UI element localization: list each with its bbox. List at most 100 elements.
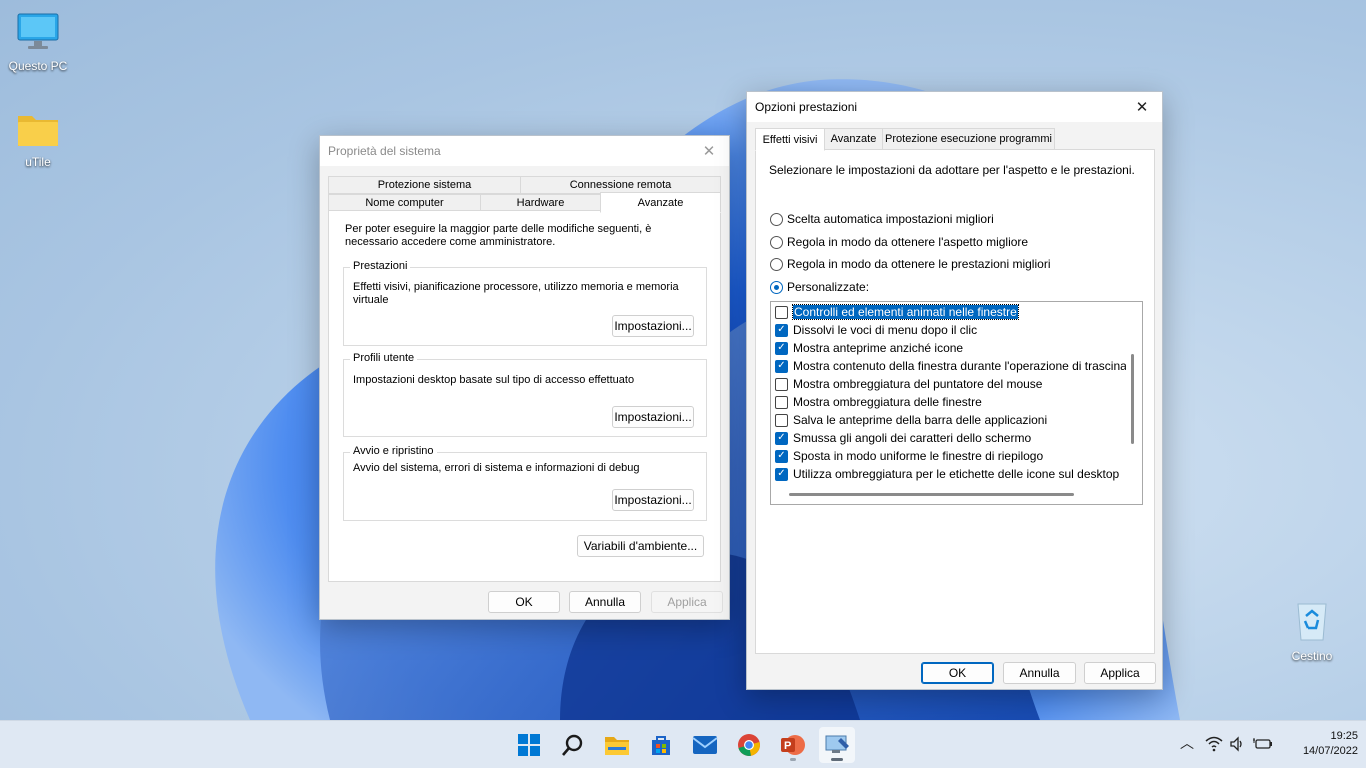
checkbox[interactable] [775, 305, 788, 319]
checkbox[interactable] [775, 395, 788, 409]
titlebar[interactable]: Opzioni prestazioni ✕ [747, 92, 1162, 122]
advanced-tab-panel: Per poter eseguire la maggior parte dell… [328, 210, 721, 582]
tab-visual-effects[interactable]: Effetti visivi [755, 128, 825, 151]
radio-best-appearance[interactable]: Regola in modo da ottenere l'aspetto mig… [770, 235, 1028, 249]
list-item[interactable]: Controlli ed elementi animati nelle fine… [775, 303, 1019, 321]
battery-icon[interactable] [1253, 737, 1273, 751]
list-item[interactable]: ✓ Mostra contenuto della finestra durante… [775, 357, 1127, 375]
desktop-icon-label: Cestino [1291, 649, 1333, 663]
environment-variables-button[interactable]: Variabili d'ambiente... [577, 535, 704, 557]
checkbox-checked[interactable]: ✓ [775, 467, 788, 481]
close-icon[interactable]: ✕ [1122, 92, 1162, 122]
list-item[interactable]: Mostra ombreggiatura del puntatore del m… [775, 375, 1042, 393]
radio-button[interactable] [770, 235, 783, 249]
checkbox-checked[interactable]: ✓ [775, 431, 788, 445]
chrome-icon [738, 734, 760, 756]
search-icon [562, 734, 583, 756]
recycle-bin-icon [1297, 603, 1327, 641]
apply-button[interactable]: Applica [1084, 662, 1156, 684]
tab-strip: Protezione sistema Connessione remota No… [328, 176, 721, 213]
mail-button[interactable] [687, 727, 723, 763]
desktop-icon-label: Questo PC [8, 59, 68, 73]
ok-button[interactable]: OK [921, 662, 994, 684]
radio-custom[interactable]: Personalizzate: [770, 280, 869, 294]
desktop-icon-label: uTile [25, 155, 51, 169]
tab-data-execution-prevention[interactable]: Protezione esecuzione programmi [882, 128, 1055, 150]
clock-date: 14/07/2022 [1302, 745, 1358, 757]
performance-options-window: Opzioni prestazioni ✕ Effetti visivi Ava… [746, 91, 1163, 690]
folder-icon [18, 116, 58, 146]
microsoft-store-button[interactable] [643, 727, 679, 763]
wifi-icon[interactable] [1205, 736, 1223, 752]
tab-advanced[interactable]: Avanzate [600, 192, 721, 213]
window-title: Proprietà del sistema [328, 144, 441, 158]
radio-best-performance[interactable]: Regola in modo da ottenere le prestazion… [770, 257, 1050, 271]
radio-auto[interactable]: Scelta automatica impostazioni migliori [770, 212, 994, 226]
powerpoint-icon: P [781, 735, 805, 755]
startup-recovery-group: Avvio e ripristino Avvio del sistema, er… [343, 445, 707, 521]
list-item[interactable]: ✓ Mostra anteprime anziché icone [775, 339, 963, 357]
ok-button[interactable]: OK [488, 591, 560, 613]
radio-button[interactable] [770, 257, 783, 271]
list-item[interactable]: ✓ Utilizza ombreggiatura per le etichette… [775, 465, 1119, 483]
system-clock[interactable]: 19:25 14/07/2022 [1278, 729, 1358, 759]
desktop-icon-this-pc[interactable]: Questo PC [0, 12, 76, 73]
tab-system-protection[interactable]: Protezione sistema [328, 176, 521, 194]
list-item[interactable]: ✓ Sposta in modo uniforme le finestre di … [775, 447, 1043, 465]
group-label: Prestazioni [350, 260, 411, 272]
group-label: Avvio e ripristino [350, 445, 437, 457]
group-label: Profili utente [350, 352, 418, 364]
checkbox[interactable] [775, 377, 788, 391]
list-item[interactable]: ✓ Dissolvi le voci di menu dopo il clic [775, 321, 977, 339]
active-indicator [831, 758, 843, 761]
checkbox-checked[interactable]: ✓ [775, 449, 788, 463]
user-profiles-group: Profili utente Impostazioni desktop basa… [343, 352, 707, 437]
chrome-button[interactable] [731, 727, 767, 763]
tab-advanced[interactable]: Avanzate [824, 128, 883, 150]
start-button[interactable] [511, 727, 547, 763]
list-item[interactable]: Salva le anteprime della barra delle app… [775, 411, 1047, 429]
horizontal-scrollbar[interactable] [789, 493, 1074, 496]
titlebar[interactable]: Proprietà del sistema ✕ [320, 136, 729, 166]
volume-icon[interactable] [1229, 736, 1245, 752]
list-item[interactable]: ✓ Smussa gli angoli dei caratteri dello s… [775, 429, 1031, 447]
mail-icon [692, 736, 718, 754]
vertical-scrollbar[interactable] [1131, 354, 1134, 444]
apply-button[interactable]: Applica [651, 591, 723, 613]
file-explorer-icon [605, 737, 629, 755]
cancel-button[interactable]: Annulla [1003, 662, 1076, 684]
startup-recovery-settings-button[interactable]: Impostazioni... [612, 489, 694, 511]
scroll-track [1126, 302, 1142, 504]
visual-effects-list[interactable]: Controlli ed elementi animati nelle fine… [770, 301, 1143, 505]
clock-time: 19:25 [1330, 730, 1358, 742]
performance-settings-button[interactable]: Impostazioni... [612, 315, 694, 337]
close-icon[interactable]: ✕ [689, 136, 729, 166]
cancel-button[interactable]: Annulla [569, 591, 641, 613]
window-title: Opzioni prestazioni [755, 100, 858, 114]
checkbox[interactable] [775, 413, 788, 427]
system-properties-button[interactable] [819, 727, 855, 763]
chevron-up-icon[interactable]: ︿ [1180, 733, 1194, 753]
radio-button[interactable] [770, 212, 783, 226]
checkbox-checked[interactable]: ✓ [775, 341, 788, 355]
svg-text:P: P [784, 740, 791, 752]
admin-notice: Per poter eseguire la maggior parte dell… [345, 223, 652, 248]
desktop-icon-recycle-bin[interactable]: Cestino [1274, 598, 1350, 663]
search-button[interactable] [555, 727, 591, 763]
powerpoint-button[interactable]: P [775, 727, 811, 763]
file-explorer-button[interactable] [599, 727, 635, 763]
panel-description: Selezionare le impostazioni da adottare … [769, 163, 1135, 177]
performance-group: Prestazioni Effetti visivi, pianificazio… [343, 260, 707, 346]
radio-button-selected[interactable] [770, 280, 783, 294]
monitor-icon [17, 13, 59, 49]
user-profiles-settings-button[interactable]: Impostazioni... [612, 406, 694, 428]
checkbox-checked[interactable]: ✓ [775, 323, 788, 337]
list-item[interactable]: Mostra ombreggiatura delle finestre [775, 393, 982, 411]
desktop-icon-folder[interactable]: uTile [0, 110, 76, 169]
system-properties-icon [825, 735, 849, 753]
microsoft-store-icon [652, 736, 670, 755]
checkbox-checked[interactable]: ✓ [775, 359, 788, 373]
tab-strip: Effetti visivi Avanzate Protezione esecu… [755, 128, 1155, 151]
group-description: Impostazioni desktop basate sul tipo di … [353, 374, 635, 386]
running-indicator [790, 758, 796, 761]
